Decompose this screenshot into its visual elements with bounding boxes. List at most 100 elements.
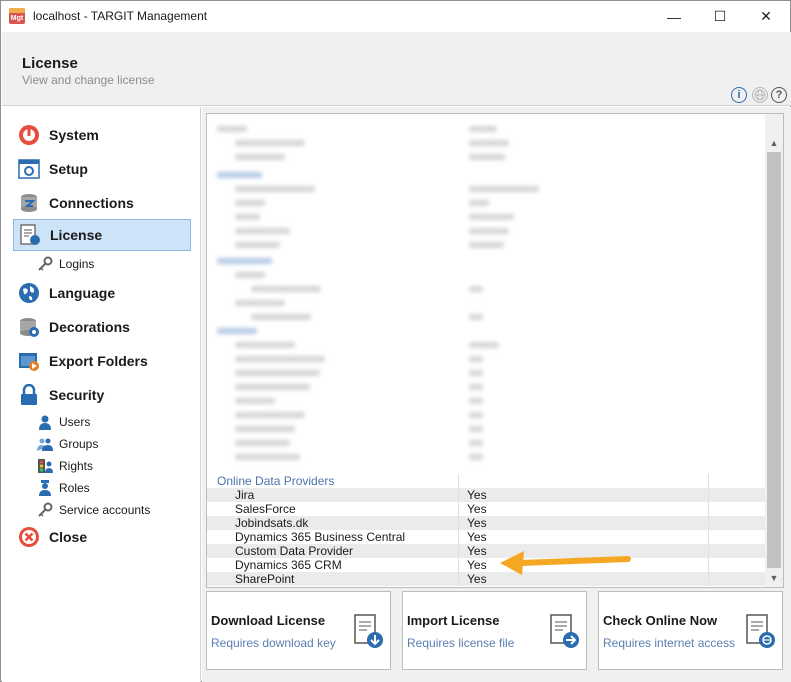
app-logo-icon: Mgt: [9, 8, 25, 24]
sidebar: System Setup Connections License Logins: [2, 107, 201, 682]
sidebar-item-label: Connections: [49, 195, 134, 211]
sidebar-item-label: Logins: [59, 257, 95, 271]
action-title: Import License: [407, 613, 500, 628]
provider-value: Yes: [467, 502, 487, 516]
sidebar-item-license[interactable]: License: [13, 219, 191, 251]
globe-icon[interactable]: [752, 87, 768, 103]
online-data-providers-section: Online Data Providers Jira Yes SalesForc…: [207, 474, 765, 586]
sidebar-item-system[interactable]: System: [13, 119, 191, 151]
provider-name: SalesForce: [235, 502, 296, 516]
download-license-button[interactable]: Download License Requires download key: [206, 591, 391, 670]
app-window: Mgt localhost - TARGIT Management — ☐ ✕ …: [0, 0, 791, 682]
action-title: Check Online Now: [603, 613, 718, 628]
scroll-down-arrow-icon[interactable]: ▼: [765, 569, 783, 587]
connections-icon: [17, 191, 41, 215]
provider-value: Yes: [467, 544, 487, 558]
provider-value: Yes: [467, 516, 487, 530]
table-row[interactable]: Custom Data Provider Yes: [207, 544, 765, 558]
sidebar-item-users[interactable]: Users: [37, 412, 90, 432]
sidebar-item-label: Decorations: [49, 319, 130, 335]
sidebar-item-label: System: [49, 127, 99, 143]
user-icon: [37, 414, 53, 430]
sidebar-item-rights[interactable]: Rights: [37, 456, 93, 476]
system-icon: [17, 123, 41, 147]
sidebar-item-close[interactable]: Close: [13, 521, 191, 553]
window-title: localhost - TARGIT Management: [33, 9, 208, 23]
window-close-button[interactable]: ✕: [743, 1, 789, 32]
language-icon: [17, 281, 41, 305]
content-panel: Online Data Providers Jira Yes SalesForc…: [202, 107, 791, 682]
provider-name: Custom Data Provider: [235, 544, 354, 558]
table-row[interactable]: Jobindsats.dk Yes: [207, 516, 765, 530]
provider-name: Jobindsats.dk: [235, 516, 309, 530]
scrollbar-thumb[interactable]: [767, 152, 781, 568]
table-row[interactable]: Dynamics 365 Business Central Yes: [207, 530, 765, 544]
table-row[interactable]: Dynamics 365 CRM Yes: [207, 558, 765, 572]
provider-name: SharePoint: [235, 572, 295, 586]
provider-value: Yes: [467, 530, 487, 544]
setup-icon: [17, 157, 41, 181]
sidebar-item-label: Export Folders: [49, 353, 148, 369]
sidebar-item-label: License: [50, 227, 103, 243]
page-subtitle: View and change license: [22, 73, 155, 87]
action-subtitle: Requires download key: [211, 636, 336, 650]
group-icon: [37, 436, 53, 452]
sidebar-item-label: Rights: [59, 459, 94, 473]
provider-value: Yes: [467, 572, 487, 586]
provider-value: Yes: [467, 488, 487, 502]
action-subtitle: Requires license file: [407, 636, 515, 650]
license-document-icon: [550, 614, 579, 648]
group-header: Online Data Providers: [207, 474, 765, 488]
sidebar-item-setup[interactable]: Setup: [13, 153, 191, 185]
help-icon[interactable]: ?: [771, 87, 787, 103]
license-document-icon: [746, 614, 775, 648]
check-online-now-button[interactable]: Check Online Now Requires internet acces…: [598, 591, 783, 670]
role-icon: [37, 480, 53, 496]
annotation-arrow-icon: [500, 551, 631, 575]
sidebar-item-label: Setup: [49, 161, 88, 177]
rights-icon: [37, 458, 53, 474]
sidebar-item-roles[interactable]: Roles: [37, 478, 90, 498]
minimize-button[interactable]: —: [651, 1, 697, 32]
provider-value: Yes: [467, 558, 487, 572]
lock-icon: [17, 383, 41, 407]
scroll-up-arrow-icon[interactable]: ▲: [765, 134, 783, 152]
maximize-button[interactable]: ☐: [697, 1, 743, 32]
page-header: License View and change license i ?: [2, 32, 791, 106]
sidebar-item-service-accounts[interactable]: Service accounts: [37, 500, 150, 520]
sidebar-item-logins[interactable]: Logins: [37, 254, 94, 274]
import-license-button[interactable]: Import License Requires license file: [402, 591, 587, 670]
provider-name: Dynamics 365 CRM: [235, 558, 342, 572]
sidebar-item-decorations[interactable]: Decorations: [13, 311, 191, 343]
obscured-license-details: [207, 114, 765, 474]
decorations-icon: [17, 315, 41, 339]
vertical-scrollbar[interactable]: ▲ ▼: [765, 114, 783, 587]
key-icon: [37, 502, 53, 518]
sidebar-item-label: Security: [49, 387, 105, 403]
sidebar-item-export-folders[interactable]: Export Folders: [13, 345, 191, 377]
sidebar-item-security[interactable]: Security: [13, 379, 191, 411]
sidebar-item-label: Close: [49, 529, 88, 545]
license-icon: [18, 223, 42, 247]
table-row[interactable]: SharePoint Yes: [207, 572, 765, 586]
sidebar-item-groups[interactable]: Groups: [37, 434, 98, 454]
title-bar: Mgt localhost - TARGIT Management — ☐ ✕: [1, 1, 790, 32]
action-title: Download License: [211, 613, 326, 628]
sidebar-item-label: Users: [59, 415, 91, 429]
key-icon: [37, 256, 53, 272]
sidebar-item-label: Groups: [59, 437, 99, 451]
license-document-icon: [354, 614, 383, 648]
sidebar-item-connections[interactable]: Connections: [13, 187, 191, 219]
action-subtitle: Requires internet access: [603, 636, 736, 650]
export-folders-icon: [17, 349, 41, 373]
table-row[interactable]: SalesForce Yes: [207, 502, 765, 516]
close-icon: [17, 525, 41, 549]
page-title: License: [22, 55, 78, 72]
sidebar-item-label: Language: [49, 285, 116, 301]
provider-name: Jira: [235, 488, 255, 502]
sidebar-item-label: Service accounts: [59, 503, 151, 517]
table-row[interactable]: Jira Yes: [207, 488, 765, 502]
info-icon[interactable]: i: [731, 87, 747, 103]
license-grid: Online Data Providers Jira Yes SalesForc…: [206, 113, 784, 588]
sidebar-item-language[interactable]: Language: [13, 277, 191, 309]
